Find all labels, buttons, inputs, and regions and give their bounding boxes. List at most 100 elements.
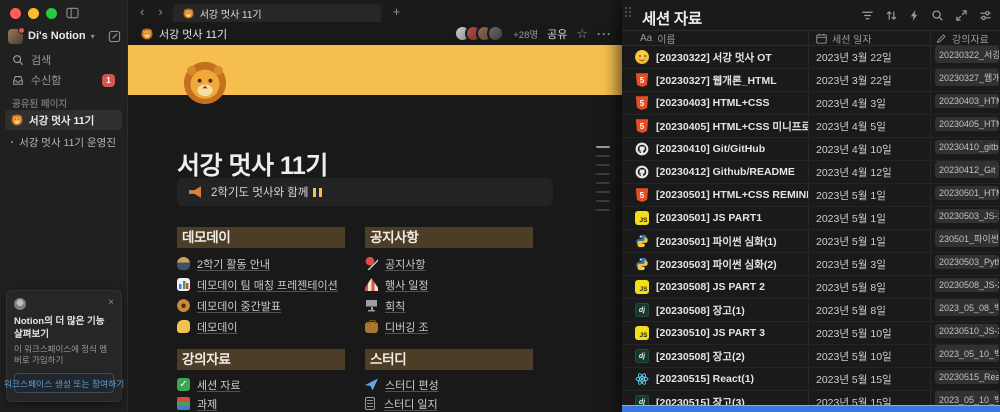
- row-date[interactable]: 2023년 5월 15일: [808, 372, 930, 387]
- file-chip[interactable]: 20230405_HTM...: [935, 116, 999, 131]
- row-date[interactable]: 2023년 5월 1일: [808, 188, 930, 203]
- row-title[interactable]: [20230503] 파이썬 심화(2): [656, 257, 777, 272]
- expand-icon[interactable]: [955, 9, 968, 22]
- table-row[interactable]: [20230515] React(1) 2023년 5월 15일 20230515_…: [622, 368, 1000, 391]
- row-date[interactable]: 2023년 5월 8일: [808, 280, 930, 295]
- page-link[interactable]: 공지사항: [365, 253, 553, 274]
- table-row[interactable]: 5 [20230405] HTML+CSS 미니프로젝트2023년 4월 5일 20…: [622, 115, 1000, 138]
- back-button[interactable]: ‹: [140, 4, 144, 19]
- file-chip[interactable]: 230501_파이썬웹...: [935, 230, 999, 247]
- row-title[interactable]: [20230327] 웹개론_HTML: [656, 73, 777, 88]
- table-of-contents-indicator[interactable]: [596, 146, 610, 218]
- table-row[interactable]: [20230501] 파이썬 심화(1) 2023년 5월 1일 230501_파이…: [622, 230, 1000, 253]
- workspace-switcher[interactable]: Di's Notion ▾: [8, 26, 121, 46]
- row-title[interactable]: [20230508] JS PART 2: [656, 281, 765, 293]
- row-date[interactable]: 2023년 5월 1일: [808, 211, 930, 226]
- join-workspace-button[interactable]: 워크스페이스 생성 또는 참여하기: [4, 373, 124, 393]
- filter-icon[interactable]: [861, 9, 874, 22]
- page-link[interactable]: 과제: [177, 394, 365, 412]
- row-title[interactable]: [20230410] Git/GitHub: [656, 143, 765, 155]
- new-page-icon[interactable]: [108, 30, 121, 43]
- row-date[interactable]: 2023년 4월 10일: [808, 142, 930, 157]
- file-chip[interactable]: 2023_05_10_백...: [935, 345, 999, 362]
- sidebar-page-item[interactable]: 서강 멋사 11기: [5, 110, 122, 130]
- file-chip[interactable]: 20230503_JS-1...: [935, 208, 999, 223]
- share-button[interactable]: 공유: [547, 26, 567, 42]
- row-title[interactable]: [20230515] React(1): [656, 373, 754, 385]
- row-title[interactable]: [20230501] 파이썬 심화(1): [656, 234, 777, 249]
- row-title[interactable]: [20230501] JS PART1: [656, 212, 762, 224]
- settings-sliders-icon[interactable]: [979, 9, 992, 22]
- member-count[interactable]: +28명: [513, 27, 538, 41]
- page-link[interactable]: ✓ 세션 자료: [177, 375, 365, 394]
- drag-handle-icon[interactable]: [625, 7, 632, 17]
- lightning-icon[interactable]: [909, 9, 920, 22]
- table-row[interactable]: dj [20230508] 장고(2) 2023년 5월 10일 2023_05_10…: [622, 345, 1000, 368]
- file-chip[interactable]: 20230322_서강...: [935, 46, 999, 63]
- page-link[interactable]: 데모데이: [177, 316, 365, 337]
- file-chip[interactable]: 20230327_웹개...: [935, 69, 999, 86]
- sidebar-item-inbox[interactable]: 수신함 1: [6, 70, 121, 90]
- file-chip[interactable]: 20230515_Reac...: [935, 369, 999, 384]
- row-date[interactable]: 2023년 5월 10일: [808, 326, 930, 341]
- sort-icon[interactable]: [885, 9, 898, 22]
- zoom-window-button[interactable]: [46, 8, 57, 19]
- row-date[interactable]: 2023년 5월 1일: [808, 234, 930, 249]
- table-row[interactable]: [20230503] 파이썬 심화(2) 2023년 5월 3일 20230503_…: [622, 253, 1000, 276]
- row-date[interactable]: 2023년 3월 22일: [808, 73, 930, 88]
- sidebar-page-item[interactable]: 서강 멋사 11기 운영진: [5, 132, 122, 152]
- file-chip[interactable]: 20230503_Pyth...: [935, 254, 999, 269]
- file-chip[interactable]: 20230410_gitbr...: [935, 139, 999, 154]
- row-date[interactable]: 2023년 5월 3일: [808, 257, 930, 272]
- row-title[interactable]: [20230501] HTML+CSS REMIND: [656, 189, 808, 201]
- table-row[interactable]: [20230412] Github/README 2023년 4월 12일 2023…: [622, 161, 1000, 184]
- row-title[interactable]: [20230403] HTML+CSS: [656, 97, 770, 109]
- new-tab-button[interactable]: +: [393, 4, 401, 19]
- table-row[interactable]: JS [20230501] JS PART1 2023년 5월 1일 20230503…: [622, 207, 1000, 230]
- file-chip[interactable]: 20230510_JS-3...: [935, 323, 999, 338]
- page-link[interactable]: 2학기 활동 안내: [177, 253, 365, 274]
- file-chip[interactable]: 20230412_Git 협...: [935, 161, 999, 178]
- close-window-button[interactable]: [10, 8, 21, 19]
- file-chip[interactable]: 2023_05_08_백...: [935, 299, 999, 316]
- row-date[interactable]: 2023년 3월 22일: [808, 50, 930, 65]
- breadcrumb[interactable]: 서강 멋사 11기: [141, 26, 227, 42]
- callout-block[interactable]: 2학기도 멋사와 함께: [177, 178, 553, 206]
- tab-active[interactable]: 서강 멋사 11기: [172, 4, 381, 22]
- file-chip[interactable]: 20230508_JS-2...: [935, 277, 999, 292]
- row-title[interactable]: [20230412] Github/README: [656, 166, 795, 178]
- row-title[interactable]: [20230508] 장고(2): [656, 349, 745, 364]
- page-link[interactable]: 행사 일정: [365, 274, 553, 295]
- table-row[interactable]: JS [20230508] JS PART 2 2023년 5월 8일 2023050…: [622, 276, 1000, 299]
- table-row[interactable]: 5 [20230403] HTML+CSS 2023년 4월 3일 20230403_…: [622, 92, 1000, 115]
- row-title[interactable]: [20230508] 장고(1): [656, 303, 745, 318]
- table-row[interactable]: JS [20230510] JS PART 3 2023년 5월 10일 202305…: [622, 322, 1000, 345]
- file-chip[interactable]: 20230501_HTM...: [935, 185, 999, 200]
- member-avatars[interactable]: [454, 25, 505, 42]
- page-link[interactable]: 회칙: [365, 295, 553, 316]
- table-row[interactable]: 5 [20230501] HTML+CSS REMIND 2023년 5월 1일 20…: [622, 184, 1000, 207]
- row-title[interactable]: [20230510] JS PART 3: [656, 327, 765, 339]
- table-row[interactable]: dj [20230508] 장고(1) 2023년 5월 8일 2023_05_08_…: [622, 299, 1000, 322]
- more-options-icon[interactable]: ···: [597, 27, 612, 41]
- page-lion-icon[interactable]: [182, 60, 228, 106]
- page-link[interactable]: 스터디 일지: [365, 394, 553, 412]
- table-row[interactable]: [20230322] 서강 멋사 OT 2023년 3월 22일 20230322_…: [622, 46, 1000, 69]
- column-header-name[interactable]: Aa 이름: [622, 31, 808, 46]
- sidebar-item-search[interactable]: 검색: [6, 50, 121, 70]
- row-date[interactable]: 2023년 4월 5일: [808, 119, 930, 134]
- row-date[interactable]: 2023년 4월 3일: [808, 96, 930, 111]
- table-row[interactable]: [20230410] Git/GitHub 2023년 4월 10일 2023041…: [622, 138, 1000, 161]
- database-title[interactable]: 세션 자료: [642, 7, 702, 29]
- page-link[interactable]: 스터디 편성: [365, 375, 553, 394]
- page-link[interactable]: 데모데이 팀 매칭 프레젠테이션: [177, 274, 365, 295]
- row-date[interactable]: 2023년 5월 10일: [808, 349, 930, 364]
- close-icon[interactable]: ×: [108, 298, 114, 308]
- row-title[interactable]: [20230322] 서강 멋사 OT: [656, 50, 772, 65]
- column-header-date[interactable]: 세션 일자: [808, 31, 930, 46]
- table-row[interactable]: 5 [20230327] 웹개론_HTML 2023년 3월 22일 20230327…: [622, 69, 1000, 92]
- page-link[interactable]: 디버깅 조: [365, 316, 553, 337]
- minimize-window-button[interactable]: [28, 8, 39, 19]
- search-icon[interactable]: [931, 9, 944, 22]
- file-chip[interactable]: 20230403_HTM...: [935, 93, 999, 108]
